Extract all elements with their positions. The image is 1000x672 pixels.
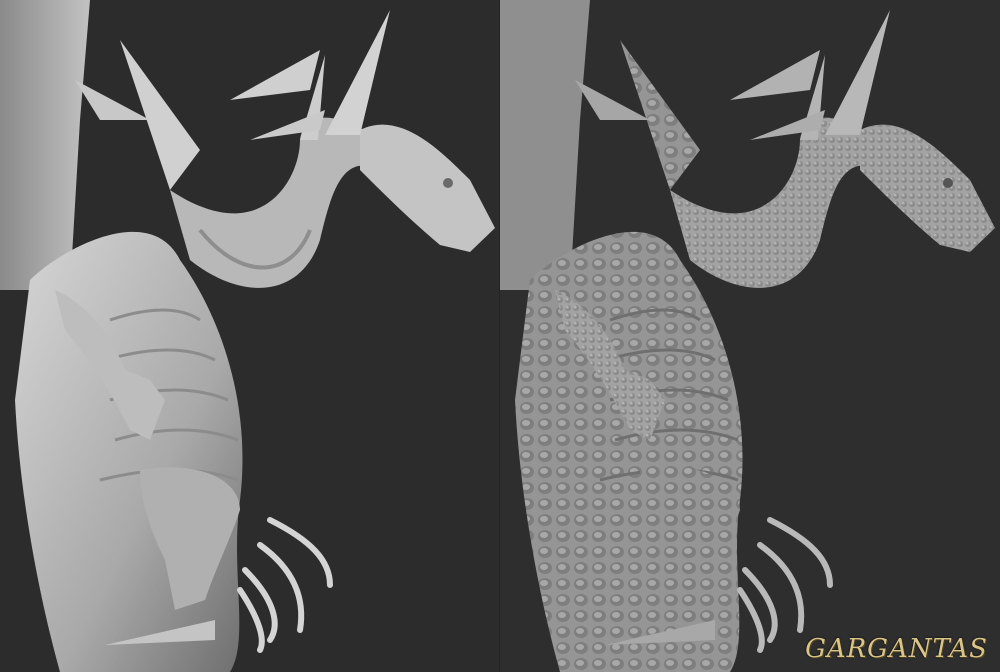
comparison-image: GARGANTAS bbox=[0, 0, 1000, 672]
smooth-sculpt-panel bbox=[0, 0, 500, 672]
detailed-sculpt-panel: GARGANTAS bbox=[500, 0, 1000, 672]
artist-signature: GARGANTAS bbox=[805, 634, 988, 664]
dragon-smooth-render bbox=[0, 0, 495, 672]
dragon-detailed-render bbox=[500, 0, 995, 672]
